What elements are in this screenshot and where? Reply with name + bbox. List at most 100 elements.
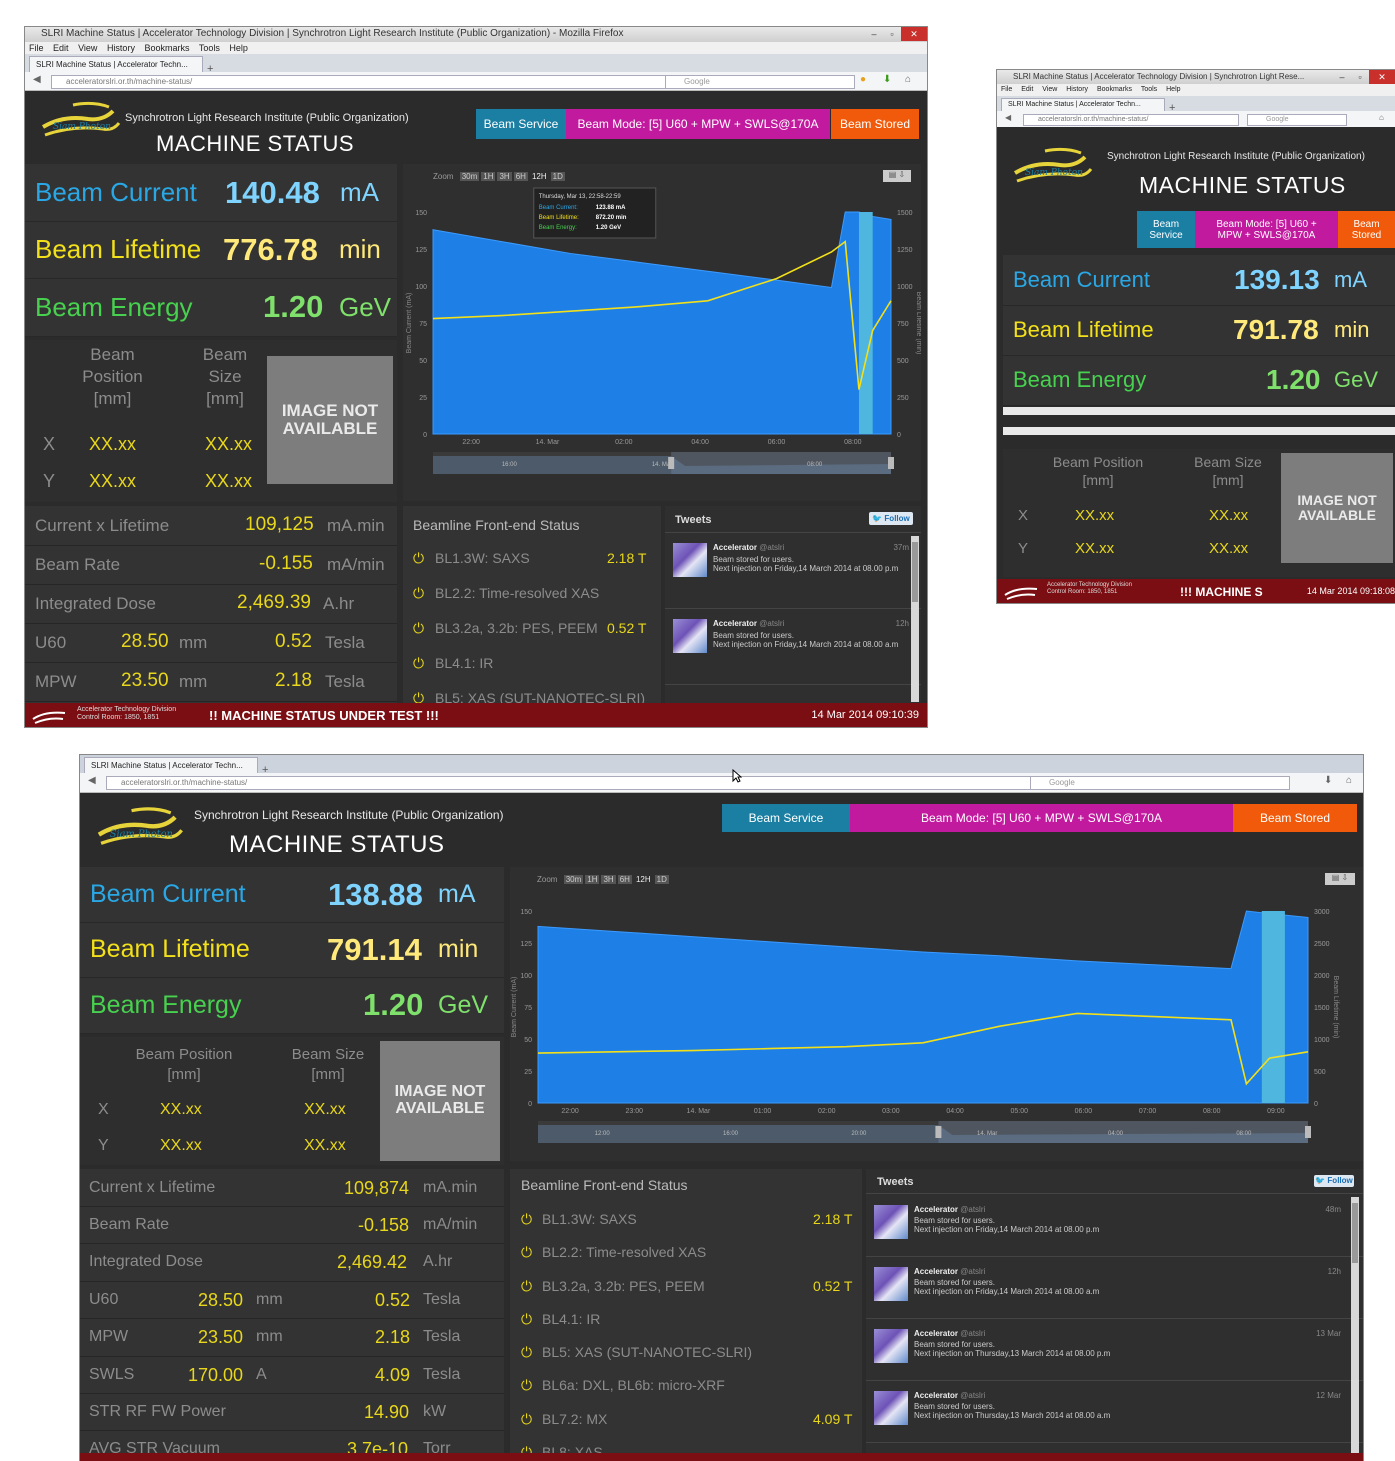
beam-energy-unit: GeV xyxy=(438,990,489,1019)
menu-help[interactable]: Help xyxy=(1166,86,1180,93)
download-icon[interactable]: ⬇ xyxy=(883,74,891,85)
x-tick-label: 06:00 xyxy=(768,439,786,446)
search-input[interactable]: Google xyxy=(1247,114,1347,126)
frontend-item-field: 4.09 T xyxy=(813,1411,853,1427)
magnet-field-unit: Tesla xyxy=(423,1291,461,1308)
tooltip-value: 123.88 mA xyxy=(596,205,626,211)
stat-row: Current x Lifetime 109,125 mA.min xyxy=(25,506,397,546)
y-tick-label: 0 xyxy=(423,432,427,439)
tab-bar: SLRI Machine Status | Accelerator Techn.… xyxy=(80,755,1363,773)
menu-bookmarks[interactable]: Bookmarks xyxy=(144,43,189,53)
y2-tick-label: 2000 xyxy=(1314,973,1330,980)
addon-icon[interactable]: ● xyxy=(860,74,866,85)
new-tab-icon[interactable]: + xyxy=(1169,102,1175,111)
browser-tab[interactable]: SLRI Machine Status | Accelerator Techn.… xyxy=(29,56,203,72)
menu-history[interactable]: History xyxy=(107,43,135,53)
y-tick-label: 150 xyxy=(415,210,427,217)
magnet-field-unit: Tesla xyxy=(423,1328,461,1345)
beam-position-panel: Beam Position [mm] Beam Size [mm] X XX.x… xyxy=(80,1037,504,1165)
tweets-header: Tweets 🐦 Follow xyxy=(665,506,921,533)
menu-file[interactable]: File xyxy=(1001,86,1012,93)
maximize-icon[interactable]: ▫ xyxy=(883,27,901,41)
beam-energy-unit: GeV xyxy=(1334,367,1379,392)
beam-chart[interactable]: Zoom 30m 1H 3H 6H 12H 1D ▤ ⇩ 150 125 100 75 50 25 0… xyxy=(403,164,921,501)
menu-view[interactable]: View xyxy=(1042,86,1057,93)
stat-value: -0.155 xyxy=(259,553,313,574)
chart-svg[interactable]: 15012510075502501500125010007505002500Be… xyxy=(403,164,921,501)
tooltip-label: Beam Energy: xyxy=(539,225,577,231)
y2-tick-label: 2500 xyxy=(1314,941,1330,948)
url-field[interactable]: acceleratorslri.or.th/machine-status/ xyxy=(1023,114,1239,126)
y-tick-label: 50 xyxy=(524,1037,532,1044)
page-title: MACHINE STATUS xyxy=(156,131,355,156)
power-icon: ⏻ xyxy=(413,620,425,636)
close-icon[interactable]: ✕ xyxy=(901,27,927,41)
menu-history[interactable]: History xyxy=(1066,86,1088,93)
close-icon[interactable]: ✕ xyxy=(1369,70,1395,84)
menu-tools[interactable]: Tools xyxy=(1141,86,1157,93)
new-tab-icon[interactable]: + xyxy=(262,764,268,773)
new-tab-icon[interactable]: + xyxy=(207,63,213,72)
follow-button[interactable]: 🐦 Follow xyxy=(869,512,913,525)
stat-unit: kW xyxy=(423,1403,447,1420)
minimize-icon[interactable]: – xyxy=(865,27,883,41)
beam-image-placeholder: IMAGE NOT AVAILABLE xyxy=(1281,453,1393,563)
tweet-item[interactable]: Accelerator @atslri 12h Beam stored for … xyxy=(665,609,921,685)
tab-bar: SLRI Machine Status | Accelerator Techn.… xyxy=(25,54,927,72)
menu-file[interactable]: File xyxy=(29,43,44,53)
tweet-item[interactable]: Accelerator @atslri 13 Mar Beam stored f… xyxy=(866,1319,1363,1381)
beam-current-label: Beam Current xyxy=(1013,267,1150,292)
menu-edit[interactable]: Edit xyxy=(53,43,69,53)
y-position-value: XX.xx xyxy=(160,1137,202,1154)
siam-photon-logo: Siam Photon xyxy=(1013,147,1093,183)
window-title: SLRI Machine Status | Accelerator Techno… xyxy=(41,28,624,39)
navigator-tick-label: 08:00 xyxy=(807,462,823,468)
url-field[interactable]: acceleratorslri.or.th/machine-status/ xyxy=(51,75,667,89)
search-input[interactable]: Google xyxy=(665,75,855,89)
power-icon: ⏻ xyxy=(521,1278,533,1294)
browser-tab[interactable]: SLRI Machine Status | Accelerator Techn.… xyxy=(84,757,258,773)
minimize-icon[interactable]: – xyxy=(1333,70,1351,84)
menu-help[interactable]: Help xyxy=(229,43,248,53)
beam-chart[interactable]: Zoom 30m 1H 3H 6H 12H 1D ▤ ⇩ 150 125 100 75 50 25 0… xyxy=(510,867,1363,1161)
menu-view[interactable]: View xyxy=(78,43,97,53)
magnet-label: MPW xyxy=(89,1328,129,1345)
tweet-item[interactable]: Accelerator @atslri 12 Mar Beam stored f… xyxy=(866,1381,1363,1443)
tweet-author: Accelerator @atslri xyxy=(914,1329,986,1338)
x-tick-label: 23:00 xyxy=(625,1108,643,1115)
home-icon[interactable]: ⌂ xyxy=(905,74,911,85)
beam-current-unit: mA xyxy=(1334,267,1367,292)
menu-tools[interactable]: Tools xyxy=(199,43,220,53)
back-icon[interactable]: ◀ xyxy=(88,775,96,786)
follow-button[interactable]: 🐦 Follow xyxy=(1314,1175,1354,1187)
tweet-item[interactable]: Accelerator @atslri 37m Beam stored for … xyxy=(665,533,921,609)
back-icon[interactable]: ◀ xyxy=(33,74,41,85)
tweet-item[interactable]: Accelerator @atslri 12h Beam stored for … xyxy=(866,1257,1363,1319)
browser-tab[interactable]: SLRI Machine Status | Accelerator Techn.… xyxy=(1001,98,1165,111)
chart-svg[interactable]: 150 125 100 75 50 25 0 3000 2500 2000 1500 1000 500 0… xyxy=(510,867,1363,1161)
home-icon[interactable]: ⌂ xyxy=(1346,775,1352,786)
tweet-time: 12 Mar xyxy=(1316,1391,1341,1400)
power-icon: ⏻ xyxy=(413,690,425,704)
menu-edit[interactable]: Edit xyxy=(1021,86,1033,93)
beam-position-panel: Beam Position [mm] Beam Size [mm] X XX.x… xyxy=(25,340,397,502)
tweets-scrollbar[interactable] xyxy=(1351,1197,1359,1459)
status-warning: !! MACHINE STATUS UNDER TEST !!! xyxy=(209,708,439,723)
tweet-item[interactable]: Accelerator @atslri 48m Beam stored for … xyxy=(866,1195,1363,1257)
menu-bookmarks[interactable]: Bookmarks xyxy=(1097,86,1132,93)
frontend-item-field: 0.52 T xyxy=(813,1278,853,1294)
beam-stored-badge: Beam Stored xyxy=(831,109,919,139)
home-icon[interactable]: ⌂ xyxy=(1379,113,1384,122)
frontend-item-name: BL5: XAS (SUT-NANOTEC-SLRI) xyxy=(542,1344,753,1360)
back-icon[interactable]: ◀ xyxy=(1005,113,1011,122)
x-label: X xyxy=(1018,507,1029,524)
url-field[interactable]: acceleratorslri.or.th/machine-status/ xyxy=(106,776,1032,790)
beam-lifetime-row: Beam Lifetime 776.78 min xyxy=(25,221,397,279)
tweets-scrollbar[interactable] xyxy=(911,536,919,702)
stats-panel: Current x Lifetime 109,874 mA.min Beam Rat… xyxy=(80,1169,504,1461)
download-icon[interactable]: ⬇ xyxy=(1324,775,1332,786)
search-input[interactable]: Google xyxy=(1030,776,1290,790)
frontend-item-name: BL3.2a, 3.2b: PES, PEEM xyxy=(542,1278,705,1294)
maximize-icon[interactable]: ▫ xyxy=(1351,70,1369,84)
siam-photon-logo: Siam Photon xyxy=(41,101,121,137)
